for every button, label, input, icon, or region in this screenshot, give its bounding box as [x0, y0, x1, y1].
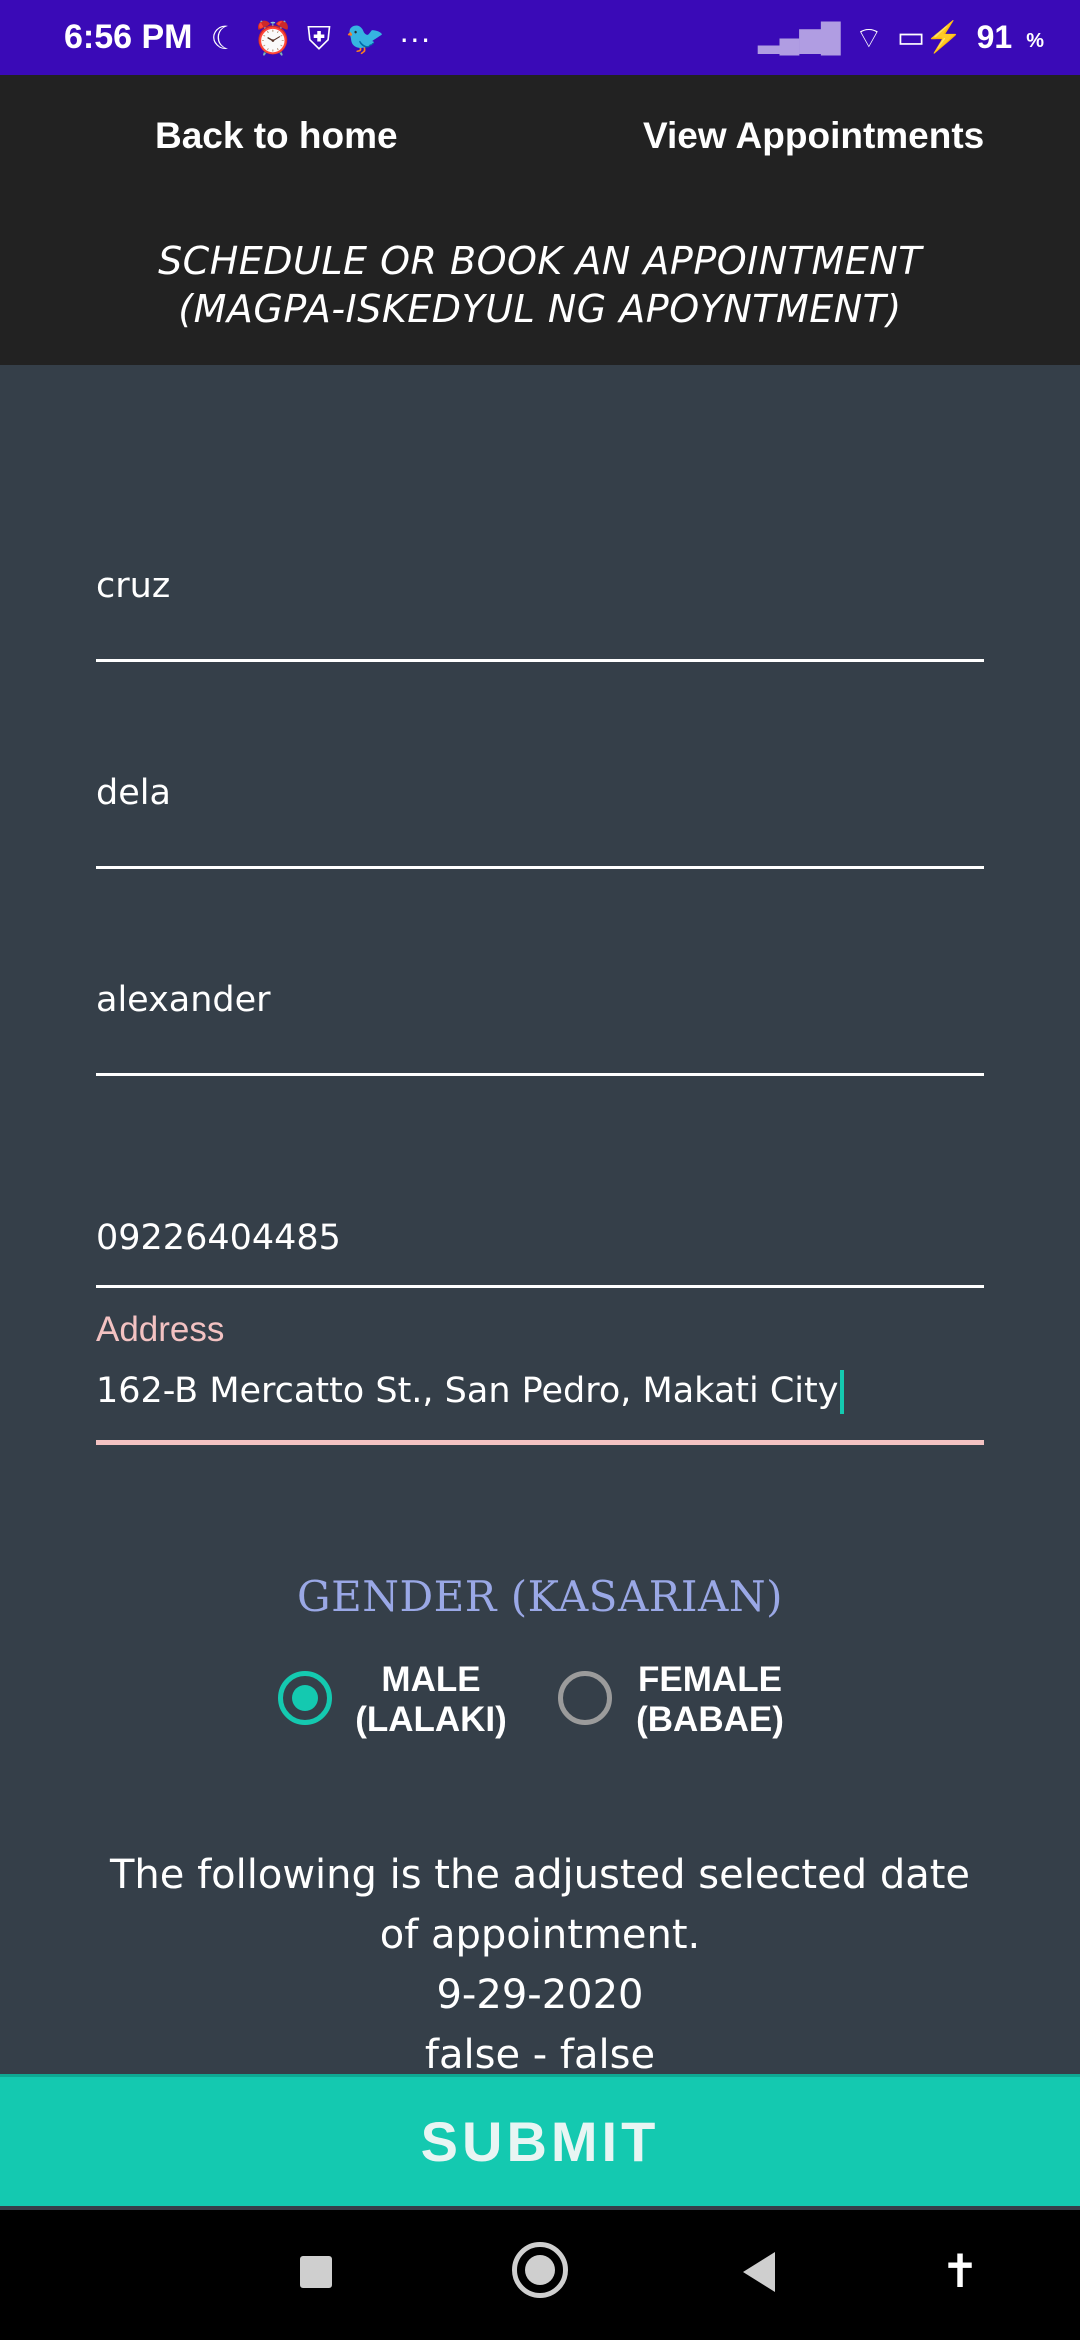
male-label-line2: (LALAKI): [355, 1700, 507, 1739]
male-radio-label[interactable]: MALE (LALAKI): [345, 1660, 517, 1740]
female-radio[interactable]: [558, 1671, 612, 1725]
middle-name-value: dela: [96, 773, 171, 813]
phone-field[interactable]: 09226404485: [96, 1215, 984, 1288]
page-title-line2: (MAGPA-ISKEDYUL NG APOYNTMENT): [178, 287, 902, 331]
info-line1: The following is the adjusted selected d…: [109, 1852, 971, 1898]
address-field[interactable]: Address 162-B Mercatto St., San Pedro, M…: [96, 1310, 984, 1445]
status-right-icons: ▂▄▆█ ⌔ ▭⚡ 91 %: [758, 19, 1044, 57]
wifi-icon: ⌔: [854, 21, 883, 55]
gender-title: GENDER (KASARIAN): [297, 1572, 783, 1621]
text-caret: [840, 1370, 845, 1414]
middle-name-field[interactable]: dela: [96, 770, 984, 869]
address-label: Address: [96, 1310, 225, 1349]
address-input[interactable]: 162-B Mercatto St., San Pedro, Makati Ci…: [96, 1368, 984, 1414]
system-nav-bar: ✝: [0, 2210, 1080, 2340]
phone-underline: [96, 1285, 984, 1288]
female-label-line1: FEMALE: [638, 1660, 782, 1699]
nav-header: Back to home View Appointments SCHEDULE …: [0, 75, 1080, 365]
female-radio-label[interactable]: FEMALE (BABAE): [625, 1660, 795, 1740]
first-name-underline: [96, 1073, 984, 1076]
home-icon-inner: [525, 2255, 555, 2285]
info-text: The following is the adjusted selected d…: [40, 1845, 1040, 2085]
alarm-icon: ⏰: [253, 19, 294, 56]
last-name-value: cruz: [96, 566, 171, 606]
status-left-icons: ☾ ⏰ ⛨ 🐦 ···: [211, 22, 431, 54]
moon-icon: ☾: [210, 19, 240, 56]
last-name-underline: [96, 659, 984, 662]
male-radio[interactable]: [278, 1671, 332, 1725]
first-name-field[interactable]: alexander: [96, 977, 984, 1076]
submit-button[interactable]: SUBMIT: [0, 2074, 1080, 2206]
view-appointments-button[interactable]: View Appointments: [643, 115, 984, 157]
middle-name-underline: [96, 866, 984, 869]
female-label-line2: (BABAE): [636, 1700, 784, 1739]
status-time: 6:56 PM: [64, 18, 193, 56]
radio-selected-dot: [292, 1685, 318, 1711]
twitter-icon: 🐦: [345, 19, 385, 56]
signal-icon: ▂▄▆█: [757, 22, 841, 53]
address-underline: [96, 1440, 984, 1445]
page-title-line1: SCHEDULE OR BOOK AN APPOINTMENT: [158, 239, 922, 283]
more-dots-icon: ···: [398, 19, 431, 56]
battery-unit: %: [1026, 30, 1044, 52]
shield-icon: ⛨: [307, 19, 332, 56]
status-bar: 6:56 PM ☾ ⏰ ⛨ 🐦 ··· ▂▄▆█ ⌔ ▭⚡ 91 %: [0, 0, 1080, 75]
back-icon[interactable]: [743, 2252, 775, 2292]
male-label-line1: MALE: [381, 1660, 481, 1699]
home-icon[interactable]: [512, 2242, 568, 2298]
info-line2: of appointment.: [379, 1912, 701, 1958]
appointment-date: 9-29-2020: [436, 1972, 644, 2018]
back-to-home-button[interactable]: Back to home: [155, 115, 398, 157]
battery-charging-icon: ▭⚡: [896, 21, 963, 54]
recent-apps-icon[interactable]: [300, 2256, 332, 2288]
last-name-field[interactable]: cruz: [96, 563, 984, 662]
page-title: SCHEDULE OR BOOK AN APPOINTMENT (MAGPA-I…: [0, 237, 1080, 333]
battery-level: 91: [976, 19, 1013, 55]
address-value: 162-B Mercatto St., San Pedro, Makati Ci…: [96, 1371, 839, 1411]
accessibility-icon[interactable]: ✝: [938, 2246, 982, 2296]
phone-value: 09226404485: [96, 1218, 341, 1258]
first-name-value: alexander: [96, 980, 271, 1020]
